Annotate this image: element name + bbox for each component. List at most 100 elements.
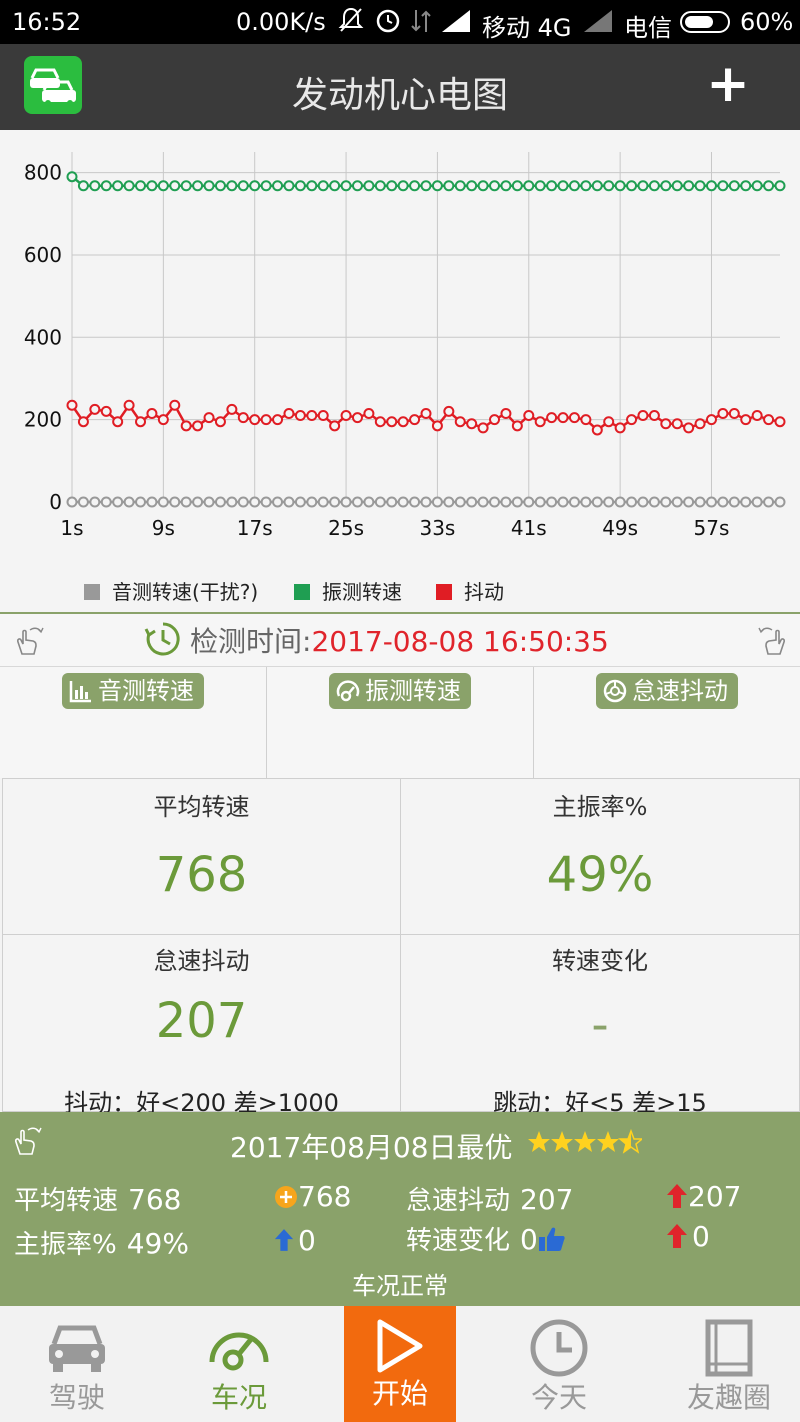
data-point xyxy=(443,496,455,508)
data-point xyxy=(740,414,752,426)
data-point xyxy=(237,412,249,424)
data-point xyxy=(340,180,352,192)
summary-value: 768 xyxy=(128,1183,182,1216)
data-point xyxy=(511,496,523,508)
legend-label: 振测转速 xyxy=(322,580,402,604)
data-point xyxy=(660,496,672,508)
data-point xyxy=(500,180,512,192)
data-point xyxy=(614,422,626,434)
tab-pill[interactable]: 怠速抖动 xyxy=(596,673,738,709)
stat-title: 主振率% xyxy=(552,793,648,821)
data-point xyxy=(283,496,295,508)
nav-today[interactable]: 今天 xyxy=(504,1306,614,1422)
data-point xyxy=(774,180,786,192)
data-point xyxy=(705,414,717,426)
data-point xyxy=(66,171,78,183)
data-point xyxy=(397,496,409,508)
engine-ecg-chart: 0 200 400 600 800 1s 9s 17s 25s 33s 41s 49s 57s xyxy=(0,130,800,612)
x-tick-label: 49s xyxy=(602,516,638,540)
data-point xyxy=(648,496,660,508)
data-point xyxy=(123,399,135,411)
tab-pill[interactable]: 音测转速 xyxy=(62,673,204,709)
data-point xyxy=(603,496,615,508)
summary-change-delta: 0 xyxy=(666,1220,710,1253)
summary-main-vib-delta: 0 xyxy=(274,1224,316,1257)
stat-speed-change: 转速变化 - 跳动：好<5 差>15 xyxy=(400,934,800,1117)
data-point xyxy=(683,422,695,434)
data-point xyxy=(763,496,775,508)
y-tick-label: 800 xyxy=(24,161,62,185)
data-point xyxy=(705,180,717,192)
chart-legend: 音测转速(干扰?) 振测转速 抖动 xyxy=(0,576,800,606)
rating-stars-icon xyxy=(528,1130,642,1153)
arrow-up-blue-icon xyxy=(274,1229,294,1251)
data-point xyxy=(500,407,512,419)
tab-vibration-speed[interactable]: 振测转速 xyxy=(267,667,534,779)
data-point xyxy=(671,418,683,430)
tab-idle-jitter[interactable]: 怠速抖动 xyxy=(534,667,800,779)
swipe-hand-icon[interactable] xyxy=(10,1124,44,1158)
data-point xyxy=(112,416,124,428)
data-point xyxy=(648,410,660,422)
summary-value: 0 xyxy=(520,1223,538,1256)
summary-speed-change: 转速变化 0 xyxy=(406,1220,566,1257)
data-point xyxy=(157,496,169,508)
data-point xyxy=(351,412,363,424)
summary-avg-best: 768 xyxy=(274,1180,351,1213)
stat-value: 49% xyxy=(546,847,654,903)
swipe-right-hand-icon[interactable] xyxy=(756,624,790,658)
data-point xyxy=(135,416,147,428)
data-point xyxy=(751,496,763,508)
data-point xyxy=(717,407,729,419)
data-point xyxy=(511,420,523,432)
summary-value: 207 xyxy=(520,1183,574,1216)
signal-icon-1 xyxy=(442,10,470,38)
add-button[interactable]: + xyxy=(700,56,756,112)
data-point xyxy=(237,496,249,508)
data-point xyxy=(705,496,717,508)
carrier-2: 电信 xyxy=(624,14,672,42)
data-point xyxy=(557,180,569,192)
status-time: 16:52 xyxy=(12,8,82,36)
data-point xyxy=(77,416,89,428)
data-point xyxy=(523,180,535,192)
nav-condition[interactable]: 车况 xyxy=(184,1306,294,1422)
data-point xyxy=(511,180,523,192)
nav-drive[interactable]: 驾驶 xyxy=(22,1306,132,1422)
data-point xyxy=(454,496,466,508)
data-point xyxy=(489,496,501,508)
data-point xyxy=(146,496,158,508)
data-point xyxy=(443,405,455,417)
tab-audio-speed[interactable]: 音测转速 xyxy=(0,667,267,779)
data-point xyxy=(603,416,615,428)
nav-start[interactable]: 开始 xyxy=(344,1306,456,1422)
play-icon xyxy=(377,1319,423,1373)
y-tick-label: 0 xyxy=(49,490,62,514)
data-point xyxy=(477,496,489,508)
data-point xyxy=(169,496,181,508)
swipe-left-hand-icon[interactable] xyxy=(12,624,46,658)
summary-delta-value: 0 xyxy=(298,1224,316,1257)
data-point xyxy=(135,496,147,508)
tab-pill[interactable]: 振测转速 xyxy=(329,673,471,709)
data-point xyxy=(431,496,443,508)
nav-circle[interactable]: 友趣圈 xyxy=(674,1306,784,1422)
nav-label: 驾驶 xyxy=(48,1381,105,1414)
data-point xyxy=(77,496,89,508)
data-point xyxy=(77,180,89,192)
data-point xyxy=(420,496,432,508)
data-point xyxy=(694,418,706,430)
data-point xyxy=(568,412,580,424)
data-point xyxy=(363,496,375,508)
legend-label: 音测转速(干扰?) xyxy=(112,580,259,604)
x-tick-label: 1s xyxy=(60,516,83,540)
data-point xyxy=(157,180,169,192)
data-point xyxy=(580,414,592,426)
gauge-icon xyxy=(209,1332,269,1371)
data-point xyxy=(340,496,352,508)
data-point xyxy=(237,180,249,192)
detect-time-row: 检测时间:2017-08-08 16:50:35 xyxy=(0,614,800,666)
detect-label: 检测时间: xyxy=(190,625,312,658)
data-point xyxy=(192,420,204,432)
network-speed: 0.00K/s xyxy=(236,8,326,36)
